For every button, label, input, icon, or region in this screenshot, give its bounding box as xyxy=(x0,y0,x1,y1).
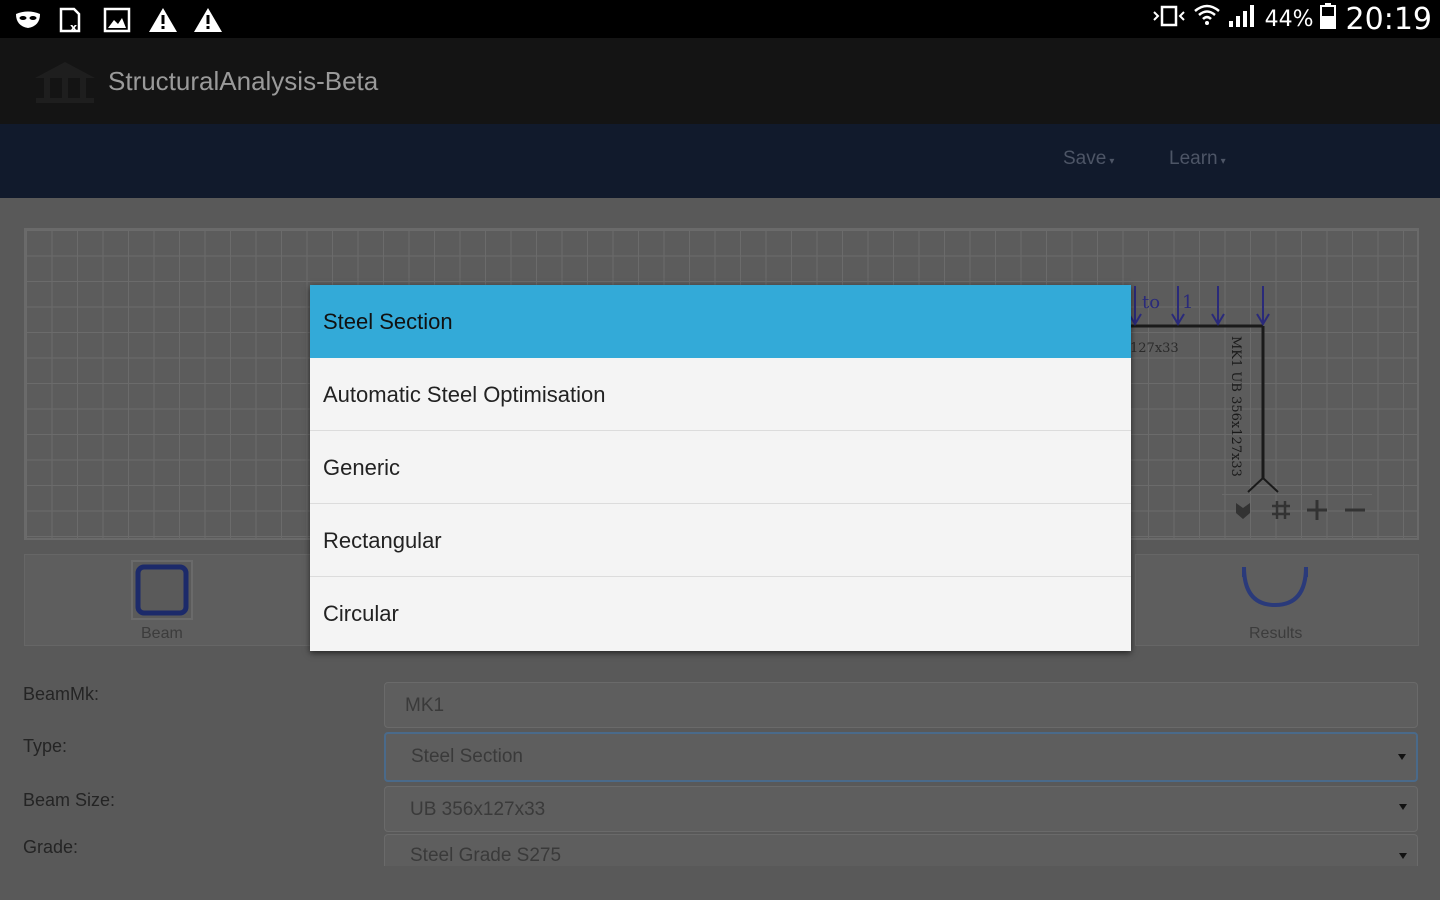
beam-size-value: UB 356x127x33 xyxy=(410,799,546,820)
status-right: 44% 20:19 xyxy=(1151,1,1432,37)
app-logo-icon xyxy=(30,56,100,106)
image-icon xyxy=(103,7,131,33)
chevron-down-icon xyxy=(1399,853,1407,859)
warning-icon xyxy=(193,7,222,33)
beam-size-select[interactable]: UB 356x127x33 xyxy=(384,786,1418,832)
learn-menu-label: Learn xyxy=(1169,148,1218,169)
save-menu-label: Save xyxy=(1063,148,1107,169)
beammk-label: BeamMk: xyxy=(23,684,100,704)
beammk-field[interactable]: MK1 xyxy=(384,682,1418,728)
beam-tool-label: Beam xyxy=(141,625,183,642)
app-title: StructuralAnalysis-Beta xyxy=(108,66,379,96)
beammk-value: MK1 xyxy=(405,695,445,716)
type-value: Steel Section xyxy=(411,746,523,767)
option-label: Steel Section xyxy=(323,309,453,334)
beam-label: 127x33 xyxy=(1130,341,1179,356)
warning-icon xyxy=(148,7,177,33)
type-label: Type: xyxy=(23,736,68,756)
settings-icon[interactable] xyxy=(1232,499,1254,526)
zoom-out-icon[interactable] xyxy=(1344,499,1366,526)
option-label: Generic xyxy=(323,455,401,480)
results-icon xyxy=(1240,563,1310,618)
chevron-down-icon: ▾ xyxy=(1220,156,1226,167)
wifi-icon xyxy=(1193,1,1221,37)
learn-menu[interactable]: Learn ▾ xyxy=(1169,148,1226,170)
navbar: Save ▾ Learn ▾ xyxy=(0,124,1440,198)
column-label: MK1 UB 356x127x33 xyxy=(1228,336,1243,477)
option-generic[interactable]: Generic xyxy=(310,431,1131,504)
svg-text:x: x xyxy=(70,21,77,33)
option-automatic-steel-optimisation[interactable]: Automatic Steel Optimisation xyxy=(310,358,1131,431)
option-label: Rectangular xyxy=(323,528,442,553)
battery-icon xyxy=(1319,3,1336,35)
results-tool[interactable]: Results xyxy=(1135,554,1419,646)
option-rectangular[interactable]: Rectangular xyxy=(310,504,1131,577)
signal-icon xyxy=(1227,3,1259,35)
chevron-down-icon xyxy=(1399,804,1407,810)
canvas-controls xyxy=(1222,494,1372,527)
chevron-down-icon: ▾ xyxy=(1109,156,1115,167)
grade-select[interactable]: Steel Grade S275 xyxy=(384,834,1418,866)
battery-percent: 44% xyxy=(1264,6,1314,32)
beam-tool[interactable]: Beam xyxy=(24,554,314,646)
zoom-in-icon[interactable] xyxy=(1306,499,1328,526)
option-label: Automatic Steel Optimisation xyxy=(323,382,606,407)
excel-doc-icon: x xyxy=(58,7,86,34)
app-bar: StructuralAnalysis-Beta xyxy=(0,38,1440,124)
beam-icon xyxy=(130,559,194,626)
chevron-down-icon xyxy=(1398,754,1406,760)
grade-value: Steel Grade S275 xyxy=(410,845,562,866)
load-label: to xyxy=(1142,292,1160,313)
results-tool-label: Results xyxy=(1249,625,1303,642)
load-end-label: 1 xyxy=(1182,292,1193,313)
grade-label: Grade: xyxy=(23,837,79,857)
vibrate-icon xyxy=(1151,4,1187,34)
save-menu[interactable]: Save ▾ xyxy=(1063,148,1114,170)
option-label: Circular xyxy=(323,601,399,626)
mask-icon xyxy=(14,7,42,33)
beam-size-label: Beam Size: xyxy=(23,790,116,810)
option-circular[interactable]: Circular xyxy=(310,577,1131,650)
status-bar: x 44% 20:19 xyxy=(0,0,1440,38)
option-steel-section[interactable]: Steel Section xyxy=(310,285,1131,358)
type-options-dialog: Steel Section Automatic Steel Optimisati… xyxy=(310,285,1131,651)
clock: 20:19 xyxy=(1345,1,1432,37)
type-select[interactable]: Steel Section xyxy=(384,732,1418,782)
grid-icon[interactable] xyxy=(1270,499,1292,526)
